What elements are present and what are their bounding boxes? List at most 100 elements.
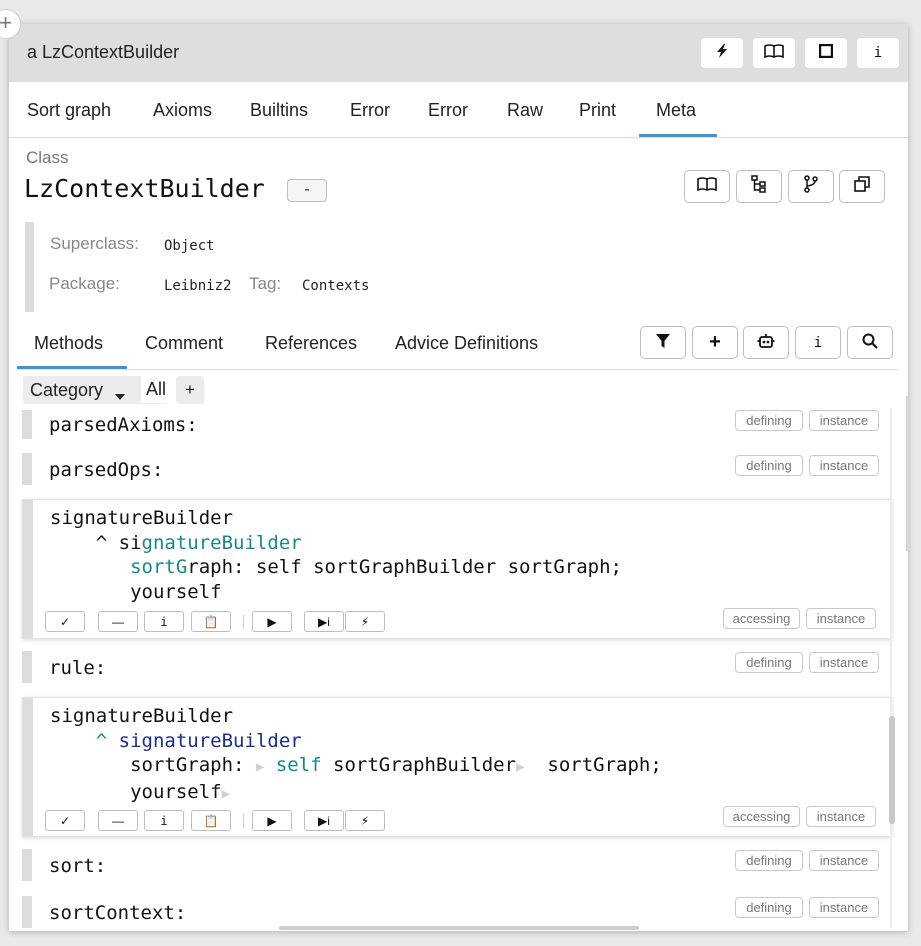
package-value[interactable]: Leibniz2: [164, 278, 231, 294]
class-comment-button[interactable]: [684, 170, 730, 203]
hierarchy-icon: [751, 175, 767, 198]
tab-meta[interactable]: Meta: [656, 100, 696, 121]
tab-references[interactable]: References: [265, 333, 357, 354]
tag-value[interactable]: Contexts: [302, 278, 369, 294]
code-text[interactable]: signatureBuilder ^ signatureBuilder sort…: [50, 506, 622, 604]
vertical-scrollbar[interactable]: [889, 716, 895, 824]
search-button[interactable]: [847, 326, 893, 359]
protocol-badge: defining: [735, 410, 803, 431]
scroll-track: [890, 408, 892, 928]
method-row-parsed-axioms[interactable]: parsedAxioms: defining instance: [22, 410, 892, 439]
robot-button[interactable]: [743, 326, 789, 359]
add-method-button[interactable]: +: [692, 326, 738, 359]
method-row-sort[interactable]: sort: defining instance: [22, 849, 892, 881]
tab-print[interactable]: Print: [579, 100, 616, 121]
tab-raw[interactable]: Raw: [507, 100, 543, 121]
run-inspect-button[interactable]: ▶i: [304, 810, 344, 831]
protocol-badge: defining: [735, 850, 803, 871]
copy-button[interactable]: [839, 170, 885, 203]
dropdown-caret-icon: [115, 387, 125, 405]
row-marker: [22, 651, 32, 683]
accept-button[interactable]: ✓: [45, 611, 85, 632]
category-all-option[interactable]: All: [141, 376, 171, 403]
method-selector: parsedAxioms:: [49, 414, 198, 436]
accept-button[interactable]: ✓: [45, 810, 85, 831]
filter-button[interactable]: [640, 326, 686, 359]
method-selector: sortContext:: [49, 902, 187, 924]
hierarchy-button[interactable]: [736, 170, 782, 203]
book-button[interactable]: [753, 38, 795, 68]
side-badge: instance: [806, 806, 876, 827]
play-icon: ▶: [267, 614, 277, 629]
info-button[interactable]: i: [857, 38, 899, 68]
filter-icon: [656, 333, 670, 352]
method-editor[interactable]: signatureBuilder ^ signatureBuilder sort…: [22, 499, 892, 639]
editor-marker: [23, 698, 33, 836]
lightning-icon: ⚡: [360, 614, 370, 629]
tab-methods[interactable]: Methods: [34, 333, 103, 354]
inspect-button[interactable]: i: [144, 611, 184, 632]
play-inspect-icon: ▶i: [318, 614, 330, 629]
row-marker: [22, 896, 32, 928]
protocol-badge: accessing: [723, 806, 800, 827]
methods-list: parsedAxioms: defining instance parsedOp…: [9, 408, 908, 931]
row-marker: [22, 849, 32, 881]
add-category-button[interactable]: +: [176, 376, 204, 404]
method-tabs: Methods Comment References Advice Defini…: [17, 320, 898, 370]
code-text[interactable]: signatureBuilder ^ signatureBuilder sort…: [50, 704, 662, 806]
method-row-rule[interactable]: rule: defining instance: [22, 651, 892, 683]
horizontal-scrollbar[interactable]: [279, 926, 639, 930]
method-editor[interactable]: signatureBuilder ^ signatureBuilder sort…: [22, 697, 892, 837]
clipboard-button[interactable]: 📋: [191, 810, 231, 831]
robot-icon: [757, 333, 775, 353]
collapse-button[interactable]: -: [287, 179, 327, 202]
minus-icon: —: [112, 614, 124, 629]
run-button[interactable]: ▶: [252, 810, 292, 831]
book-icon: [764, 44, 784, 62]
search-icon: [862, 333, 878, 353]
tab-advice-definitions[interactable]: Advice Definitions: [395, 333, 538, 354]
info-icon: i: [160, 813, 168, 828]
book-icon: [697, 177, 717, 196]
outer-scrollbar[interactable]: [906, 396, 910, 551]
tab-error-1[interactable]: Error: [350, 100, 390, 121]
clipboard-button[interactable]: 📋: [191, 611, 231, 632]
debug-button[interactable]: ⚡: [345, 611, 385, 632]
method-selector: parsedOps:: [49, 459, 164, 481]
tab-axioms[interactable]: Axioms: [153, 100, 212, 121]
tab-sort-graph[interactable]: Sort graph: [27, 100, 111, 121]
tab-comment[interactable]: Comment: [145, 333, 223, 354]
clipboard-icon: 📋: [203, 813, 219, 828]
square-button[interactable]: [805, 38, 847, 68]
title-bar: a LzContextBuilder i: [9, 24, 908, 82]
inspect-button[interactable]: i: [144, 810, 184, 831]
info-button[interactable]: i: [795, 326, 841, 359]
method-row-sort-context[interactable]: sortContext: defining instance: [22, 896, 892, 928]
play-inspect-icon: ▶i: [318, 813, 330, 828]
play-icon: ▶: [267, 813, 277, 828]
cancel-button[interactable]: —: [98, 611, 138, 632]
debug-button[interactable]: ⚡: [345, 810, 385, 831]
tab-builtins[interactable]: Builtins: [250, 100, 308, 121]
method-row-parsed-ops[interactable]: parsedOps: defining instance: [22, 453, 892, 485]
lightning-button[interactable]: [701, 38, 743, 68]
tab-error-2[interactable]: Error: [428, 100, 468, 121]
class-name: LzContextBuilder: [24, 174, 265, 203]
branch-button[interactable]: [788, 170, 834, 203]
cancel-button[interactable]: —: [98, 810, 138, 831]
side-badge: instance: [809, 897, 879, 918]
clipboard-icon: 📋: [203, 614, 219, 629]
superclass-value[interactable]: Object: [164, 238, 215, 254]
run-inspect-button[interactable]: ▶i: [304, 611, 344, 632]
minus-icon: —: [112, 813, 124, 828]
info-icon: i: [160, 614, 168, 629]
class-metadata: Superclass: Object Package: Leibniz2 Tag…: [25, 222, 425, 312]
run-button[interactable]: ▶: [252, 611, 292, 632]
side-badge: instance: [809, 455, 879, 476]
editor-marker: [23, 500, 33, 638]
superclass-label: Superclass:: [50, 234, 139, 253]
protocol-badge: accessing: [723, 608, 800, 629]
category-label: Category: [30, 380, 104, 400]
protocol-badge: defining: [735, 652, 803, 673]
separator: [243, 814, 244, 828]
